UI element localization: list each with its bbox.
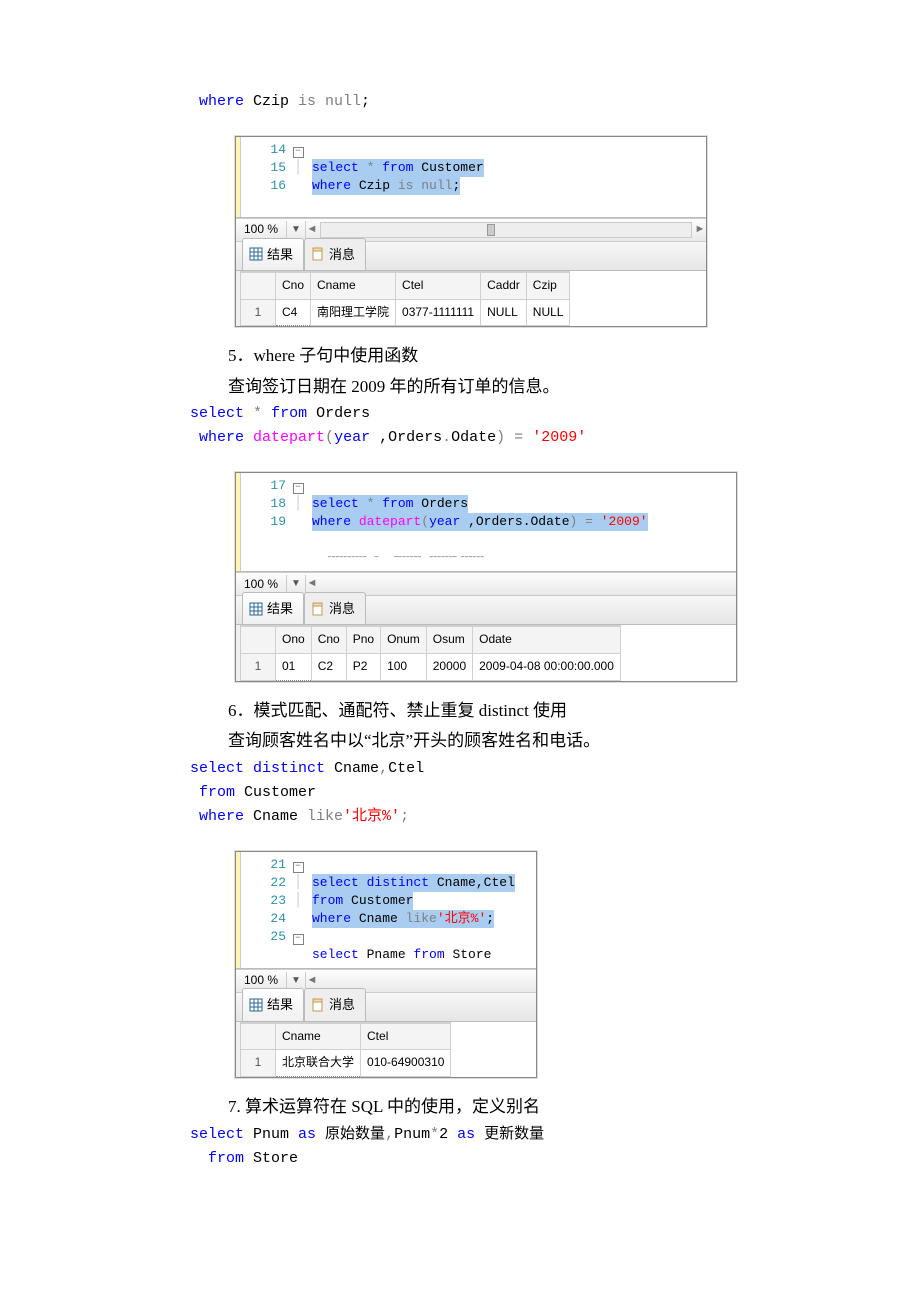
grid-icon	[249, 602, 263, 616]
code-area[interactable]: select * from Orders where datepart(year…	[306, 473, 736, 571]
sql-editor: 17 18 19 00 − │ select * from Orders whe…	[236, 473, 736, 572]
scroll-right-icon[interactable]: ►	[694, 220, 706, 240]
code-where-czip: where Czip is null;	[190, 90, 850, 114]
zoom-dropdown-icon[interactable]: ▼	[286, 221, 306, 239]
scroll-left-icon[interactable]: ◄	[306, 220, 318, 240]
sql-editor: 14 15 16 − │ select * from Customer wher…	[236, 137, 706, 218]
fold-column: − │	[290, 137, 306, 217]
line-gutter: 17 18 19 00	[241, 473, 290, 571]
heading-6: 6．模式匹配、通配符、禁止重复 distinct 使用	[228, 696, 850, 727]
result-grid-4: Cno Cname Ctel Caddr Czip 1 C4 南阳理工学院 03…	[241, 271, 570, 326]
code-select-distinct: select distinct Cname,Ctel	[190, 757, 850, 781]
tab-messages[interactable]: 消息	[304, 592, 366, 624]
screenshot-block-4: 14 15 16 − │ select * from Customer wher…	[235, 136, 707, 327]
tab-results[interactable]: 结果	[242, 592, 304, 624]
tab-messages[interactable]: 消息	[304, 238, 366, 270]
result-tabs: 结果 消息	[236, 993, 536, 1022]
desc-6: 查询顾客姓名中以“北京”开头的顾客姓名和电话。	[228, 726, 850, 757]
code-select-orders: select * from Orders	[190, 402, 850, 426]
zoom-dropdown-icon[interactable]: ▼	[286, 575, 306, 593]
table-row[interactable]: 1 01 C2 P2 100 20000 2009-04-08 00:00:00…	[241, 653, 620, 680]
code-where-datepart: where datepart(year ,Orders.Odate) = '20…	[190, 426, 850, 450]
result-tabs: 结果 消息	[236, 596, 736, 625]
doc-icon	[311, 998, 325, 1012]
zoom-dropdown-icon[interactable]: ▼	[286, 972, 306, 990]
code-from-store: from Store	[190, 1147, 850, 1171]
screenshot-block-5: 17 18 19 00 − │ select * from Orders whe…	[235, 472, 737, 681]
result-grid-6: Cname Ctel 1 北京联合大学 010-64900310	[241, 1022, 451, 1077]
tab-results[interactable]: 结果	[242, 238, 304, 270]
doc-icon	[311, 602, 325, 616]
result-grid-5: Ono Cno Pno Onum Osum Odate 1 01 C2 P2 1…	[241, 625, 621, 680]
code-area[interactable]: select distinct Cname,Ctel from Customer…	[306, 852, 536, 968]
tab-results[interactable]: 结果	[242, 988, 304, 1020]
code-where-like: where Cname like'北京%';	[190, 805, 850, 829]
result-tabs: 结果 消息	[236, 242, 706, 271]
fold-column: − │	[290, 473, 306, 571]
grid-icon	[249, 998, 263, 1012]
screenshot-block-6: 21 22 23 24 25 − │ │ − select distinct C…	[235, 851, 537, 1078]
heading-7: 7. 算术运算符在 SQL 中的使用，定义别名	[228, 1092, 850, 1123]
tab-messages[interactable]: 消息	[304, 988, 366, 1020]
fold-column: − │ │ −	[290, 852, 306, 968]
table-row[interactable]: 1 北京联合大学 010-64900310	[241, 1050, 451, 1077]
table-row[interactable]: 1 C4 南阳理工学院 0377-1111111 NULL NULL	[241, 299, 570, 326]
code-from-customer: from Customer	[190, 781, 850, 805]
code-area[interactable]: select * from Customer where Czip is nul…	[306, 137, 706, 217]
heading-5: 5．where 子句中使用函数	[228, 341, 850, 372]
desc-5: 查询签订日期在 2009 年的所有订单的信息。	[228, 372, 850, 403]
grid-icon	[249, 247, 263, 261]
line-gutter: 21 22 23 24 25	[241, 852, 290, 968]
sql-editor: 21 22 23 24 25 − │ │ − select distinct C…	[236, 852, 536, 969]
doc-icon	[311, 247, 325, 261]
horizontal-scrollbar[interactable]	[320, 222, 692, 238]
line-gutter: 14 15 16	[241, 137, 290, 217]
code-select-as: select Pnum as 原始数量,Pnum*2 as 更新数量	[190, 1123, 850, 1147]
